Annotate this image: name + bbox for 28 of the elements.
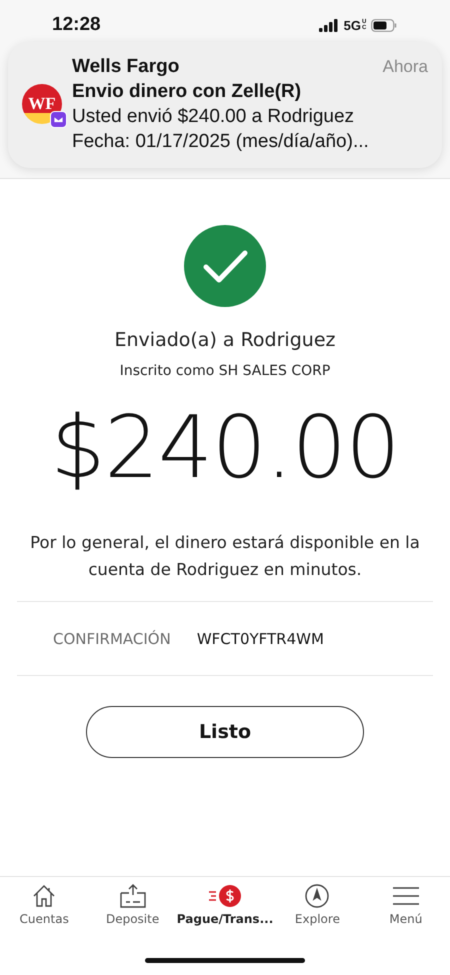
notification-title: Envio dinero con Zelle(R) [72, 80, 302, 104]
nav-tab[interactable]: Cuentas [0, 883, 88, 945]
nav-tab[interactable]: Explore [273, 883, 362, 945]
notification-app-name: Wells Fargo [72, 55, 180, 79]
amount-text: $240.00 [50, 397, 400, 500]
mail-icon [50, 111, 67, 128]
status-time: 12:28 [52, 14, 101, 36]
network-label: 5G [344, 18, 361, 32]
dollar-coin-icon [208, 883, 242, 909]
checkmark-icon [184, 225, 266, 307]
recipient-heading: Enviado(a) a Rodriguez [114, 329, 336, 351]
compass-icon [304, 883, 330, 909]
notification-text: Fecha: 01/17/2025 (mes/día/año)... [72, 130, 370, 154]
nav-tab[interactable]: Menú [362, 883, 450, 945]
signal-icon [318, 18, 339, 32]
notification-time: Ahora [382, 57, 428, 77]
done-button[interactable]: Listo [86, 706, 364, 758]
confirmation-label: CONFIRMACIÓN [53, 630, 171, 648]
nav-tab[interactable]: Deposite [88, 883, 177, 945]
notification-card[interactable]: WF Wells Fargo Ahora Envio dinero con Zelle(R) Usted envió $240.00 a Rodriguez Fecha: 01/17/2025 (mes/día/año)... [8, 42, 442, 168]
availability-message: Por lo general, el dinero estará disponible en la cuenta de Rodriguez en minutos. [29, 532, 421, 581]
deposit-icon [118, 883, 147, 909]
notification-text: Usted envió $240.00 a Rodriguez [72, 105, 356, 129]
nav-tab[interactable]: Pague/Trans... [176, 883, 274, 945]
confirmation-number: WFCT0YFTR4WM [196, 630, 324, 648]
enrolled-as-text: Inscrito como SH SALES CORP [120, 363, 330, 379]
battery-icon [371, 18, 398, 32]
bank-logo: WF [22, 84, 62, 124]
